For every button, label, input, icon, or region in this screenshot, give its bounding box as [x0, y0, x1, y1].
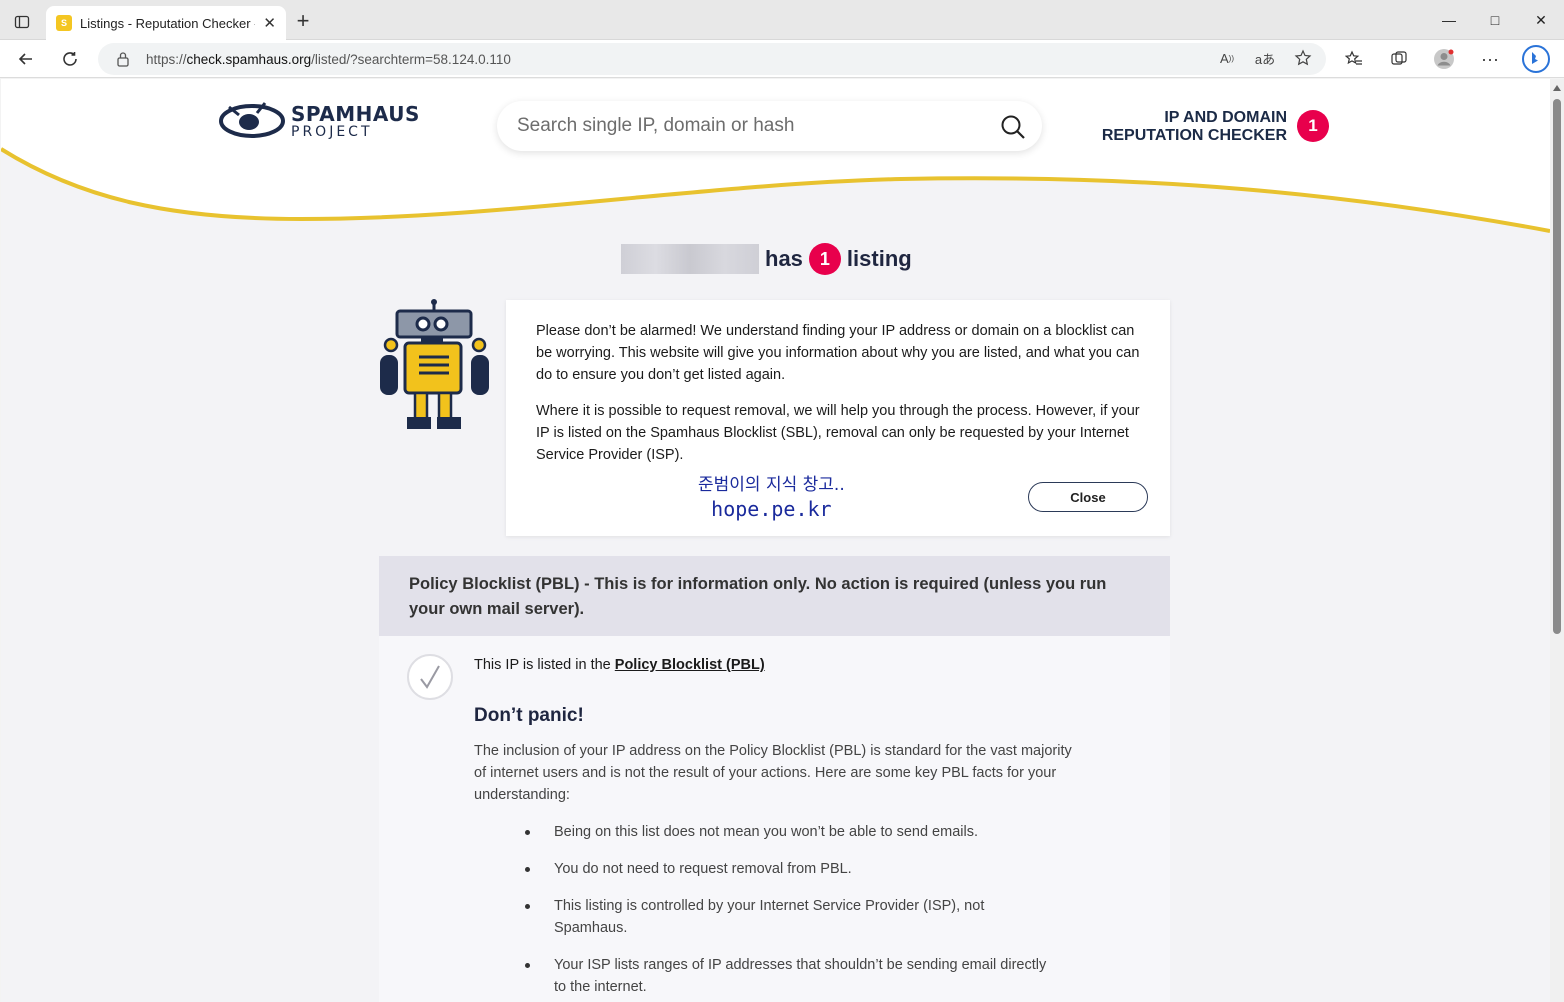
window-controls: — □ ✕ [1426, 0, 1564, 40]
policy-blocklist-link[interactable]: Policy Blocklist (PBL) [615, 657, 765, 673]
address-bar[interactable]: https://check.spamhaus.org/listed/?searc… [98, 43, 1326, 75]
browser-toolbar: https://check.spamhaus.org/listed/?searc… [0, 40, 1564, 78]
url-prefix: https:// [146, 51, 187, 67]
pbl-listing-card: Policy Blocklist (PBL) - This is for inf… [379, 556, 1170, 1002]
tab-actions-icon[interactable] [10, 10, 34, 34]
search-icon[interactable] [1000, 114, 1026, 140]
logo-text-project: PROJECT [291, 123, 373, 140]
watermark-korean-text: 준범이의 지식 창고.. [698, 475, 845, 495]
favorites-icon[interactable] [1340, 45, 1368, 73]
notice-paragraph-2: Where it is possible to request removal,… [536, 403, 1140, 463]
reputation-checker-title[interactable]: IP AND DOMAIN REPUTATION CHECKER [1071, 109, 1287, 145]
logo-text-spamhaus: SPAMHAUS [291, 101, 420, 126]
page-scrollbar[interactable] [1550, 79, 1564, 1002]
scroll-up-icon[interactable] [1553, 85, 1561, 91]
notice-card: Please don’t be alarmed! We understand f… [506, 300, 1170, 536]
search-input[interactable] [517, 115, 987, 137]
watermark: 준범이의 지식 창고.. hope.pe.kr [698, 474, 845, 520]
list-item: Your ISP lists ranges of IP addresses th… [525, 954, 1054, 998]
dont-panic-heading: Don’t panic! [474, 705, 584, 726]
spamhaus-favicon-icon: S [56, 15, 72, 31]
headline-has: has [765, 246, 803, 271]
listing-headline: has 1 listing [621, 242, 912, 276]
url-path: /listed/?searchterm=58.124.0.110 [311, 51, 511, 67]
checkmark-icon [407, 654, 453, 700]
watermark-url: hope.pe.kr [711, 497, 832, 521]
spamhaus-bee-logo-icon [219, 102, 285, 138]
scrollbar-thumb[interactable] [1553, 99, 1561, 634]
search-box [497, 101, 1042, 151]
pbl-card-header: Policy Blocklist (PBL) - This is for inf… [379, 556, 1170, 636]
pbl-facts-list: Being on this list does not mean you won… [474, 821, 1094, 998]
minimize-icon[interactable]: — [1426, 0, 1472, 40]
list-item: You do not need to request removal from … [525, 858, 1054, 880]
more-options-icon[interactable]: ··· [1476, 45, 1504, 73]
tab-close-icon[interactable]: ✕ [263, 14, 276, 32]
pbl-intro-text: The inclusion of your IP address on the … [474, 743, 1072, 803]
new-tab-icon[interactable]: + [292, 10, 314, 33]
bing-copilot-icon[interactable] [1520, 45, 1552, 73]
pbl-card-body: This IP is listed in the Policy Blocklis… [474, 654, 1094, 1002]
listed-prefix: This IP is listed in the [474, 657, 615, 673]
back-icon[interactable] [12, 45, 40, 73]
notice-paragraph-1: Please don’t be alarmed! We understand f… [536, 323, 1140, 383]
list-item: Being on this list does not mean you won… [525, 821, 1054, 843]
refresh-icon[interactable] [56, 45, 84, 73]
spamhaus-logo[interactable]: SPAMHAUS PROJECT [219, 101, 420, 141]
headline-listing: listing [846, 246, 912, 271]
checker-count-badge: 1 [1297, 110, 1329, 142]
add-favorite-icon[interactable] [1292, 47, 1314, 69]
listing-count-badge: 1 [808, 243, 841, 275]
window-close-icon[interactable]: ✕ [1518, 0, 1564, 40]
checker-title-line1: IP AND DOMAIN [1164, 109, 1287, 126]
browser-tab-active[interactable]: S Listings - Reputation Checker - S ✕ [46, 6, 286, 40]
checker-title-line2: REPUTATION CHECKER [1101, 127, 1287, 144]
translate-icon[interactable]: aあ [1254, 47, 1276, 69]
browser-tabbar: S Listings - Reputation Checker - S ✕ + … [0, 0, 1564, 40]
list-item: This listing is controlled by your Inter… [525, 895, 1054, 939]
web-page: SPAMHAUS PROJECT IP AND DOMAIN REPUTATIO… [1, 79, 1550, 1002]
redacted-ip-address [621, 244, 759, 274]
lock-icon [117, 52, 129, 67]
profile-avatar-icon[interactable] [1430, 45, 1458, 73]
maximize-icon[interactable]: □ [1472, 0, 1518, 40]
url-host: check.spamhaus.org [186, 51, 312, 67]
listed-in-text: This IP is listed in the Policy Blocklis… [474, 654, 1094, 676]
tab-title: Listings - Reputation Checker - S [80, 15, 256, 31]
robot-illustration-icon [380, 299, 489, 429]
read-aloud-icon[interactable]: A)) [1216, 47, 1238, 69]
collections-icon[interactable] [1385, 45, 1413, 73]
close-button[interactable]: Close [1028, 482, 1148, 512]
